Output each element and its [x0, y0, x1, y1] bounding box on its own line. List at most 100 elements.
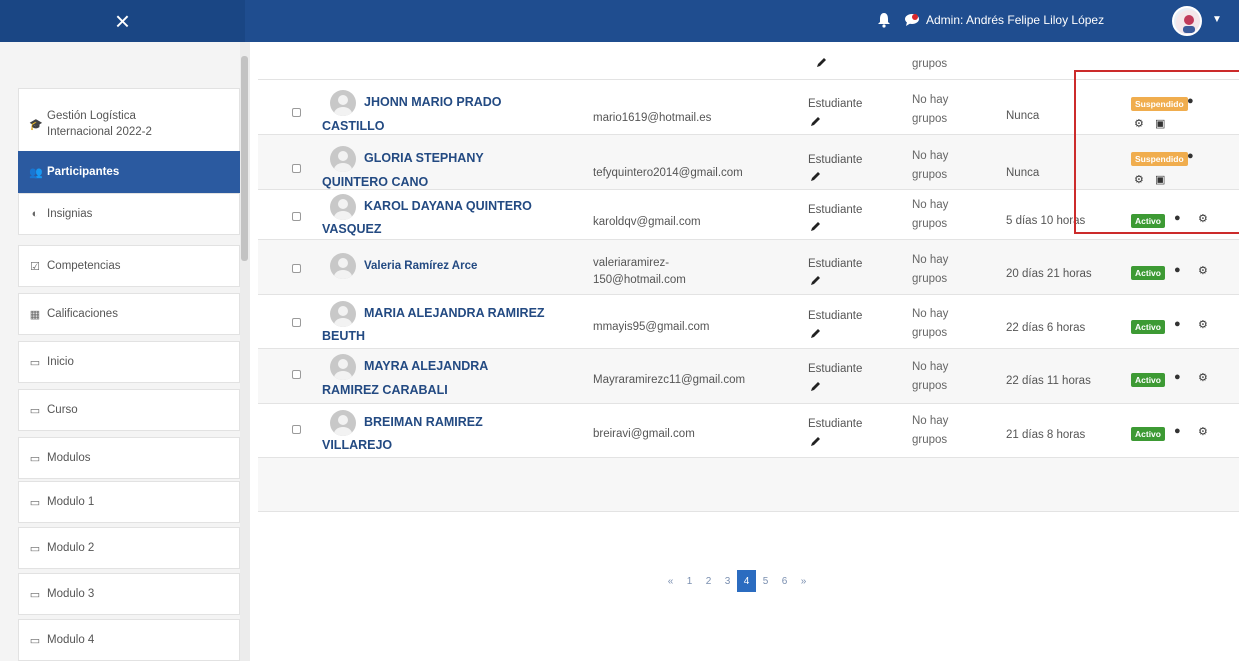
- edit-role-icon[interactable]: [810, 115, 822, 127]
- user-name-label[interactable]: Admin: Andrés Felipe Liloy López: [926, 13, 1104, 27]
- info-icon[interactable]: ●: [1174, 264, 1181, 276]
- edit-role-icon[interactable]: [810, 435, 822, 447]
- row-checkbox[interactable]: [292, 370, 301, 379]
- groups-text: grupos: [912, 169, 948, 181]
- messages-icon[interactable]: [904, 13, 920, 27]
- row-divider: [258, 348, 1239, 349]
- participant-name[interactable]: QUINTERO CANO: [322, 169, 428, 195]
- participant-name[interactable]: RAMIREZ CARABALI: [322, 377, 448, 403]
- sidebar-item-modulo-3[interactable]: ▭ Modulo 3: [18, 573, 240, 615]
- info-icon[interactable]: ●: [1174, 425, 1181, 437]
- sidebar-item-inicio[interactable]: ▭ Inicio: [18, 341, 240, 383]
- groups-text: No hay: [912, 308, 949, 320]
- participant-email: 150@hotmail.com: [593, 274, 686, 286]
- row-divider: [258, 294, 1239, 295]
- row-checkbox[interactable]: [292, 318, 301, 327]
- row-checkbox[interactable]: [292, 108, 301, 117]
- pagination-page[interactable]: 5: [756, 570, 775, 592]
- folder-icon: ▭: [29, 634, 41, 647]
- participant-email: mmayis95@gmail.com: [593, 321, 710, 333]
- pagination-page[interactable]: 2: [699, 570, 718, 592]
- sidebar-item-insignias[interactable]: ◐ Insignias: [18, 193, 240, 235]
- folder-icon: ▭: [29, 404, 41, 417]
- pagination-page[interactable]: 6: [775, 570, 794, 592]
- pagination-page[interactable]: 1: [680, 570, 699, 592]
- chevron-down-icon[interactable]: ▼: [1212, 14, 1222, 25]
- participant-name[interactable]: MARIA ALEJANDRA RAMIREZ: [364, 300, 545, 326]
- top-navbar: × Admin: Andrés Felipe Liloy López ▼: [0, 0, 1239, 42]
- bell-icon[interactable]: [877, 12, 891, 28]
- shield-icon: ◐: [31, 208, 39, 220]
- info-icon[interactable]: ●: [1174, 371, 1181, 383]
- pagination-page[interactable]: 3: [718, 570, 737, 592]
- edit-role-icon[interactable]: [810, 327, 822, 339]
- groups-text: grupos: [912, 327, 948, 339]
- last-access-text: Nunca: [1006, 110, 1040, 122]
- user-avatar[interactable]: [1172, 6, 1202, 36]
- sidebar-scrollbar-thumb[interactable]: [241, 56, 248, 261]
- sidebar-item-competencias[interactable]: ☑ Competencias: [18, 245, 240, 287]
- sidebar-item-label: Participantes: [47, 166, 120, 178]
- close-drawer-button[interactable]: ×: [0, 0, 245, 42]
- row-checkbox[interactable]: [292, 164, 301, 173]
- sidebar-item-label: Modulo 3: [47, 588, 95, 600]
- gear-icon[interactable]: ⚙: [1198, 371, 1208, 384]
- sidebar-item-course[interactable]: 🎓 Gestión Logística Internacional 2022-2: [18, 88, 240, 160]
- status-badge: Activo: [1131, 427, 1165, 441]
- last-access-text: 22 días 11 horas: [1006, 375, 1091, 387]
- role-text: Estudiante: [808, 363, 863, 375]
- folder-icon: ▭: [29, 356, 41, 369]
- folder-icon: ▭: [29, 588, 41, 601]
- sidebar-item-participantes[interactable]: 👥 Participantes: [18, 151, 240, 193]
- row-checkbox[interactable]: [292, 212, 301, 221]
- groups-text: grupos: [912, 273, 948, 285]
- info-icon[interactable]: ●: [1174, 318, 1181, 330]
- gear-icon[interactable]: ⚙: [1198, 318, 1208, 331]
- participant-name[interactable]: GLORIA STEPHANY: [364, 145, 484, 171]
- sidebar-item-label: Insignias: [47, 208, 93, 220]
- edit-role-icon[interactable]: [810, 380, 822, 392]
- row-checkbox[interactable]: [292, 264, 301, 273]
- sidebar-item-curso[interactable]: ▭ Curso: [18, 389, 240, 431]
- sidebar-item-modulo-1[interactable]: ▭ Modulo 1: [18, 481, 240, 523]
- gear-icon[interactable]: ⚙: [1198, 425, 1208, 438]
- last-access-text: 22 días 6 horas: [1006, 322, 1086, 334]
- edit-role-icon[interactable]: [816, 56, 828, 68]
- edit-role-icon[interactable]: [810, 170, 822, 182]
- checklist-icon: ☑: [30, 260, 40, 273]
- sidebar-item-label: Gestión Logística Internacional 2022-2: [47, 110, 152, 138]
- sidebar-item-label: Modulo 1: [47, 496, 95, 508]
- row-divider: [258, 511, 1239, 512]
- participant-name[interactable]: Valeria Ramírez Arce: [364, 253, 477, 279]
- participant-name[interactable]: VILLAREJO: [322, 432, 392, 458]
- sidebar-item-modulo-4[interactable]: ▭ Modulo 4: [18, 619, 240, 661]
- folder-icon: ▭: [29, 452, 41, 465]
- pagination-prev[interactable]: «: [661, 570, 680, 592]
- participant-name[interactable]: MAYRA ALEJANDRA: [364, 353, 488, 379]
- participant-name[interactable]: KAROL DAYANA QUINTERO: [364, 193, 532, 219]
- groups-text: grupos: [912, 380, 948, 392]
- edit-role-icon[interactable]: [810, 220, 822, 232]
- participant-email: karoldqv@gmail.com: [593, 216, 701, 228]
- pagination-next[interactable]: »: [794, 570, 813, 592]
- groups-text: No hay: [912, 361, 949, 373]
- role-text: Estudiante: [808, 98, 863, 110]
- groups-text: No hay: [912, 94, 949, 106]
- sidebar-item-label: Modulos: [47, 452, 91, 464]
- pagination-page-current[interactable]: 4: [737, 570, 756, 592]
- sidebar-item-calificaciones[interactable]: ▦ Calificaciones: [18, 293, 240, 335]
- sidebar-item-label: Modulo 4: [47, 634, 95, 646]
- participant-name[interactable]: JHONN MARIO PRADO: [364, 89, 502, 115]
- last-access-text: Nunca: [1006, 167, 1040, 179]
- sidebar-item-modulo-2[interactable]: ▭ Modulo 2: [18, 527, 240, 569]
- gear-icon[interactable]: ⚙: [1198, 264, 1208, 277]
- folder-icon: ▭: [29, 496, 41, 509]
- row-checkbox[interactable]: [292, 425, 301, 434]
- row-divider: [258, 239, 1239, 240]
- participant-name[interactable]: BEUTH: [322, 323, 365, 349]
- sidebar-item-modulos[interactable]: ▭ Modulos: [18, 437, 240, 479]
- sidebar-item-label: Inicio: [47, 356, 74, 368]
- participant-name[interactable]: VASQUEZ: [322, 216, 382, 242]
- edit-role-icon[interactable]: [810, 274, 822, 286]
- participant-name[interactable]: CASTILLO: [322, 113, 385, 139]
